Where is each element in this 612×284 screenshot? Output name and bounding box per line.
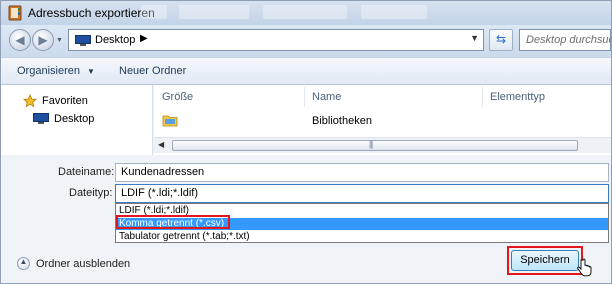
background-blur	[179, 5, 249, 19]
breadcrumb-desktop[interactable]: Desktop	[95, 34, 135, 46]
address-row: ◀ ▶ ▼ Desktop ▶ ▼ ⇆ Desktop durchsuchen	[1, 25, 611, 57]
desktop-icon	[33, 113, 49, 124]
save-dialog: Adressbuch exportieren ◀ ▶ ▼ Desktop ▶ ▼…	[0, 0, 612, 284]
filetype-option-tab[interactable]: Tabulator getrennt (*.tab;*.txt)	[116, 231, 608, 243]
refresh-button[interactable]: ⇆	[489, 29, 513, 51]
filename-label: Dateiname:	[58, 166, 115, 178]
file-list: Größe Name Elementtyp Bibliotheken ◀ |||	[154, 85, 611, 155]
organize-label: Organisieren	[17, 65, 80, 77]
address-book-icon	[8, 5, 22, 21]
collapse-up-icon: ▲	[17, 257, 30, 270]
nav-item-desktop[interactable]: Desktop	[33, 113, 94, 125]
nav-item-label: Desktop	[54, 113, 95, 125]
address-bar[interactable]: Desktop ▶ ▼	[68, 29, 484, 51]
forward-arrow-icon: ▶	[38, 33, 48, 47]
hide-folders-label: Ordner ausblenden	[36, 257, 131, 270]
horizontal-scrollbar[interactable]: ◀ |||	[154, 137, 611, 153]
column-header-type[interactable]: Elementtyp	[490, 91, 545, 103]
scroll-left-icon[interactable]: ◀	[158, 140, 164, 149]
column-divider[interactable]	[482, 87, 483, 107]
toolbar: Organisieren ▼ Neuer Ordner	[1, 57, 611, 85]
filename-field[interactable]: Kundenadressen	[115, 163, 609, 182]
desktop-icon	[75, 35, 91, 46]
library-folder-icon[interactable]	[162, 113, 178, 127]
grip-icon: |||	[369, 140, 373, 149]
new-folder-button[interactable]: Neuer Ordner	[119, 65, 186, 77]
search-placeholder: Desktop durchsuchen	[526, 34, 610, 46]
star-icon	[23, 94, 37, 108]
background-blur	[263, 5, 347, 19]
column-header-size[interactable]: Größe	[162, 91, 193, 103]
forward-button[interactable]: ▶	[32, 29, 54, 51]
background-blur	[361, 5, 427, 19]
title-bar: Adressbuch exportieren	[1, 1, 611, 25]
chevron-down-icon: ▼	[87, 67, 95, 76]
column-divider[interactable]	[304, 87, 305, 107]
filetype-select[interactable]: LDIF (*.ldi;*.ldif)	[115, 184, 609, 203]
refresh-icon: ⇆	[495, 32, 507, 46]
breadcrumb-chevron-icon[interactable]: ▶	[140, 33, 148, 44]
filetype-label: Dateityp:	[69, 187, 113, 199]
organize-menu-button[interactable]: Organisieren ▼	[17, 65, 95, 77]
column-header-name[interactable]: Name	[312, 91, 341, 103]
annotation-highlight-csv	[116, 215, 230, 229]
window-title: Adressbuch exportieren	[28, 6, 155, 20]
filetype-value: LDIF (*.ldi;*.ldif)	[121, 187, 199, 199]
file-row-bibliotheken[interactable]: Bibliotheken	[312, 115, 372, 127]
nav-item-favorites[interactable]: Favoriten	[23, 94, 88, 108]
hand-cursor-icon	[577, 258, 592, 277]
hide-folders-button[interactable]: ▲ Ordner ausblenden	[17, 257, 130, 270]
background-blur	[141, 5, 167, 19]
back-arrow-icon: ◀	[15, 33, 25, 47]
recent-locations-dropdown[interactable]: ▼	[56, 37, 64, 45]
back-button[interactable]: ◀	[9, 29, 31, 51]
search-input[interactable]: Desktop durchsuchen	[519, 29, 611, 51]
filename-value: Kundenadressen	[121, 166, 205, 178]
address-dropdown-icon[interactable]: ▼	[470, 33, 479, 43]
nav-item-label: Favoriten	[42, 95, 88, 107]
scrollbar-thumb[interactable]: |||	[172, 140, 578, 151]
save-button[interactable]: Speichern	[511, 250, 579, 271]
navigation-pane: Favoriten Desktop	[1, 85, 153, 155]
